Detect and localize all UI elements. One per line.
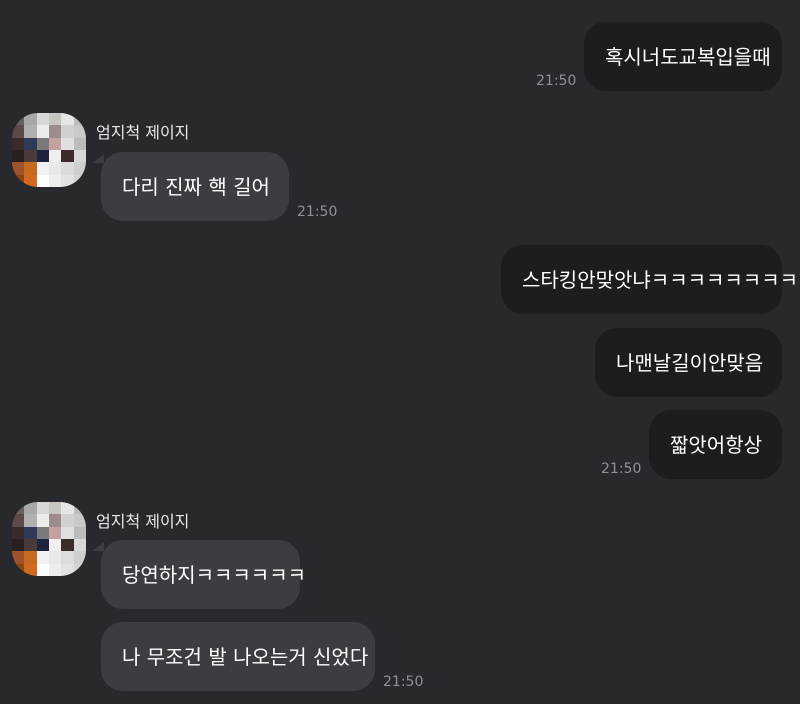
- avatar-pixel: [12, 514, 25, 527]
- message-text: 나 무조건 발 나오는거 신었다: [122, 644, 369, 669]
- avatar-pixel: [48, 113, 62, 126]
- avatar-pixel: [48, 149, 62, 163]
- avatar-pixel: [48, 137, 62, 150]
- avatar-pixel: [24, 174, 37, 187]
- avatar-pixel: [36, 149, 49, 163]
- avatar-pixel: [61, 551, 74, 564]
- chat-view: 혹시너도교복입을때 21:50 엄지척 제이지 다리 진짜 핵 길어 21:50…: [0, 0, 800, 704]
- avatar-pixel: [36, 174, 49, 187]
- avatar-pixel: [36, 162, 49, 175]
- avatar-pixel: [73, 538, 86, 552]
- avatar-pixel: [36, 526, 49, 539]
- avatar-pixel: [36, 502, 49, 515]
- avatar-pixel: [61, 113, 74, 126]
- avatar-pixel: [61, 174, 74, 187]
- message-time: 21:50: [297, 204, 338, 220]
- avatar-pixel: [73, 137, 86, 150]
- avatar-pixel: [73, 113, 86, 126]
- avatar-pixel: [61, 502, 74, 515]
- message-bubble-outgoing[interactable]: 나맨날길이안맞음: [595, 328, 782, 397]
- avatar-pixel: [36, 137, 49, 150]
- message-time: 21:50: [601, 461, 642, 477]
- message-text: 나맨날길이안맞음: [616, 350, 764, 375]
- avatar-pixel: [24, 538, 37, 552]
- avatar-pixel: [61, 526, 74, 539]
- avatar-pixel: [12, 137, 25, 150]
- sender-name: 엄지척 제이지: [96, 512, 190, 531]
- avatar-pixel: [73, 563, 86, 576]
- avatar-pixel: [61, 538, 74, 552]
- avatar-pixel: [48, 125, 62, 138]
- bubble-tail: [92, 154, 104, 163]
- avatar-pixel: [12, 538, 25, 552]
- avatar-pixel: [61, 162, 74, 175]
- avatar-pixel: [73, 174, 86, 187]
- avatar-pixel: [12, 125, 25, 138]
- avatar-pixel: [12, 113, 25, 126]
- avatar-pixel: [73, 162, 86, 175]
- avatar-pixel: [24, 502, 37, 515]
- avatar-pixel: [48, 162, 62, 175]
- message-bubble-incoming[interactable]: 다리 진짜 핵 길어: [101, 152, 289, 221]
- avatar-pixel: [24, 149, 37, 163]
- avatar-pixel: [36, 563, 49, 576]
- avatar-pixel: [12, 162, 25, 175]
- avatar-pixel: [36, 125, 49, 138]
- avatar-pixel: [24, 551, 37, 564]
- avatar[interactable]: [12, 502, 86, 576]
- message-text: 다리 진짜 핵 길어: [122, 174, 270, 199]
- avatar-pixel: [73, 125, 86, 138]
- avatar-pixel: [24, 137, 37, 150]
- avatar-pixel: [24, 563, 37, 576]
- avatar-pixel: [48, 538, 62, 552]
- avatar-pixel: [12, 563, 25, 576]
- message-bubble-outgoing[interactable]: 스타킹안맞앗냐ㅋㅋㅋㅋㅋㅋㅋㅋㅋ: [501, 245, 800, 314]
- avatar-pixel: [61, 137, 74, 150]
- avatar-pixel: [73, 149, 86, 163]
- avatar-pixel: [73, 502, 86, 515]
- avatar-pixel: [73, 551, 86, 564]
- avatar-pixel: [61, 514, 74, 527]
- avatar-pixel: [48, 174, 62, 187]
- avatar-pixel: [24, 125, 37, 138]
- message-text: 혹시너도교복입을때: [605, 44, 771, 69]
- avatar-pixel: [48, 502, 62, 515]
- message-text: 당연하지ㅋㅋㅋㅋㅋㅋ: [122, 562, 306, 587]
- avatar-pixel: [12, 174, 25, 187]
- avatar-pixel: [24, 113, 37, 126]
- avatar-pixel: [48, 563, 62, 576]
- avatar-pixel: [24, 526, 37, 539]
- message-bubble-incoming[interactable]: 당연하지ㅋㅋㅋㅋㅋㅋ: [101, 540, 306, 609]
- avatar-pixel: [36, 538, 49, 552]
- avatar-pixel: [61, 563, 74, 576]
- message-text: 짧앗어항상: [670, 432, 762, 457]
- avatar-pixel: [12, 526, 25, 539]
- avatar-pixel: [61, 149, 74, 163]
- message-time: 21:50: [536, 73, 577, 89]
- avatar-pixel: [73, 514, 86, 527]
- avatar-pixel: [48, 514, 62, 527]
- avatar-pixel: [24, 162, 37, 175]
- avatar-pixel: [36, 113, 49, 126]
- avatar-pixel: [12, 149, 25, 163]
- avatar-pixel: [12, 502, 25, 515]
- message-bubble-outgoing[interactable]: 짧앗어항상: [649, 410, 782, 479]
- message-time: 21:50: [383, 674, 424, 690]
- avatar-pixel: [12, 551, 25, 564]
- avatar-pixel: [36, 551, 49, 564]
- bubble-tail: [92, 542, 104, 551]
- message-text: 스타킹안맞앗냐ㅋㅋㅋㅋㅋㅋㅋㅋㅋ: [522, 267, 800, 292]
- avatar-pixel: [61, 125, 74, 138]
- avatar[interactable]: [12, 113, 86, 187]
- sender-name: 엄지척 제이지: [96, 123, 190, 142]
- avatar-pixel: [36, 514, 49, 527]
- message-bubble-outgoing[interactable]: 혹시너도교복입을때: [584, 22, 782, 91]
- avatar-pixel: [48, 526, 62, 539]
- avatar-pixel: [24, 514, 37, 527]
- avatar-pixel: [48, 551, 62, 564]
- message-bubble-incoming[interactable]: 나 무조건 발 나오는거 신었다: [101, 622, 375, 691]
- avatar-pixel: [73, 526, 86, 539]
